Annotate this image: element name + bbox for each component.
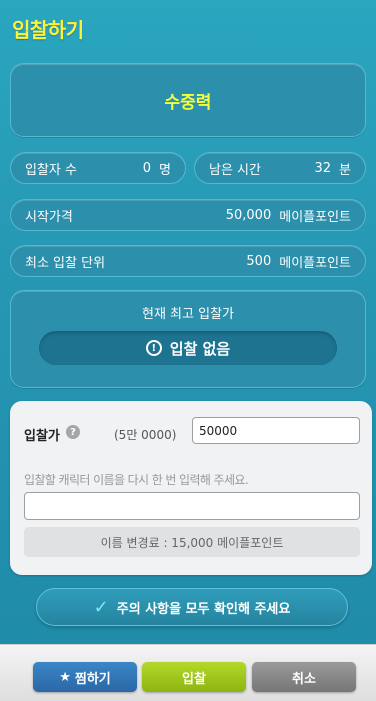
- check-icon: ✓: [93, 596, 109, 618]
- remaining-time-pill: 남은 시간 32 분: [194, 152, 366, 184]
- remaining-unit: 분: [339, 162, 351, 178]
- bidders-label: 입찰자 수: [25, 162, 77, 178]
- start-price-value: 50,000: [225, 207, 272, 223]
- confirm-notice-button[interactable]: ✓ 주의 사항을 모두 확인해 주세요: [36, 588, 348, 626]
- bid-amount-label: 입찰가: [24, 429, 60, 444]
- min-unit-unit: 메이플포인트: [279, 255, 351, 271]
- no-bid-text: 입찰 없음: [169, 339, 231, 358]
- bidders-count-pill: 입찰자 수 0 명: [10, 152, 186, 184]
- bidders-value: 0: [142, 160, 152, 176]
- min-unit-value: 500: [246, 253, 272, 269]
- bid-form: 입찰가 ? (5만 0000) 입찰할 캐릭터 이름을 다시 한 번 입력해 주…: [10, 401, 372, 575]
- start-price-label: 시작가격: [25, 209, 73, 225]
- highest-bid-panel: 현재 최고 입찰가 ! 입찰 없음: [10, 290, 366, 388]
- bid-amount-hint: (5만 0000): [114, 428, 177, 442]
- favorite-button[interactable]: ★ 찜하기: [33, 662, 137, 692]
- bid-amount-input[interactable]: [192, 417, 360, 444]
- item-name: 수중력: [164, 92, 212, 113]
- start-price-pill: 시작가격 50,000 메이플포인트: [10, 199, 366, 231]
- page-title: 입찰하기: [12, 18, 84, 42]
- remaining-label: 남은 시간: [209, 162, 261, 178]
- cancel-button[interactable]: 취소: [252, 662, 356, 692]
- star-icon: ★: [59, 669, 71, 685]
- bidders-unit: 명: [159, 162, 171, 178]
- alert-icon: !: [145, 340, 162, 356]
- footer-bar: ★ 찜하기 입찰 취소: [0, 644, 376, 701]
- character-name-input[interactable]: [24, 492, 360, 520]
- help-icon[interactable]: ?: [66, 425, 80, 439]
- highest-bid-title: 현재 최고 입찰가: [142, 307, 234, 322]
- confirm-notice-label: 주의 사항을 모두 확인해 주세요: [116, 601, 291, 617]
- item-name-panel: 수중력: [10, 63, 366, 137]
- min-bid-unit-pill: 최소 입찰 단위 500 메이플포인트: [10, 245, 366, 277]
- favorite-label: 찜하기: [74, 671, 111, 687]
- no-bid-status: ! 입찰 없음: [39, 331, 337, 365]
- bid-button[interactable]: 입찰: [142, 662, 246, 692]
- min-unit-label: 최소 입찰 단위: [25, 255, 106, 271]
- character-name-prompt: 입찰할 캐릭터 이름을 다시 한 번 입력해 주세요.: [24, 473, 249, 487]
- start-price-unit: 메이플포인트: [279, 209, 351, 225]
- remaining-value: 32: [314, 160, 332, 176]
- name-change-fee: 이름 변경료 : 15,000 메이플포인트: [24, 527, 360, 557]
